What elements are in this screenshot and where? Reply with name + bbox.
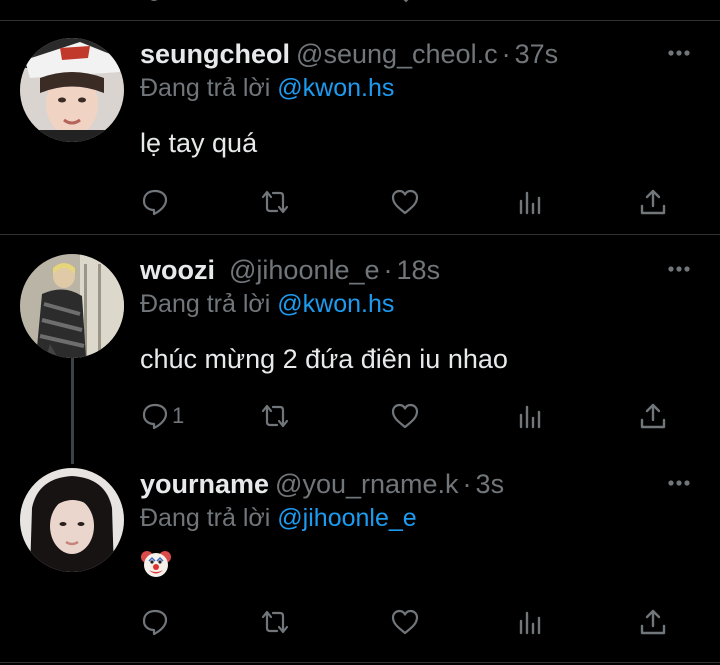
retweet-icon [261, 190, 289, 214]
retweet-icon [261, 404, 289, 428]
like-icon [391, 189, 419, 215]
retweet-button[interactable] [260, 605, 290, 639]
retweet-button[interactable] [260, 399, 290, 433]
more-icon[interactable] [666, 476, 692, 490]
share-icon [640, 189, 666, 215]
retweet-icon [261, 610, 289, 634]
views-icon [519, 405, 541, 429]
tweet-actions: 1 [140, 399, 680, 433]
like-icon[interactable] [395, 0, 417, 4]
display-name[interactable]: woozi [140, 255, 215, 285]
timestamp[interactable]: 37s [515, 39, 559, 69]
timestamp[interactable]: 3s [476, 469, 505, 499]
tweet-woozi[interactable]: woozi @jihoonle_e · 18s Đang trả lời @kwon.… [0, 254, 720, 454]
tweet-header: yourname @you_rname.k · 3s [140, 468, 504, 500]
like-icon [391, 403, 419, 429]
replying-to: Đang trả lời @kwon.hs [140, 289, 394, 319]
share-icon [640, 609, 666, 635]
like-button[interactable] [390, 399, 420, 433]
user-handle[interactable]: @you_rname.k [275, 469, 459, 499]
reply-icon[interactable] [143, 0, 165, 4]
reply-icon [142, 609, 168, 636]
display-name[interactable]: yourname [140, 469, 269, 499]
more-icon[interactable] [666, 46, 692, 60]
divider [0, 662, 720, 663]
tweet-text: chúc mừng 2 đứa điên iu nhao [140, 344, 508, 374]
views-button[interactable] [516, 605, 546, 639]
views-button[interactable] [516, 399, 546, 433]
like-button[interactable] [390, 185, 420, 219]
reply-button[interactable]: 1 [140, 399, 184, 433]
separator-dot: · [501, 39, 511, 69]
avatar[interactable] [20, 468, 124, 572]
tweet-text: lẹ tay quá [140, 128, 258, 158]
replying-to: Đang trả lời @kwon.hs [140, 73, 394, 103]
retweet-button[interactable] [260, 185, 290, 219]
replying-prefix: Đang trả lời [140, 290, 271, 318]
clown-face-emoji [141, 551, 171, 577]
more-icon[interactable] [666, 262, 692, 276]
reply-icon [142, 189, 168, 216]
avatar[interactable] [20, 254, 124, 358]
previous-tweet-actions [0, 0, 720, 20]
views-button[interactable] [516, 185, 546, 219]
avatar[interactable] [20, 38, 124, 142]
divider [0, 234, 720, 235]
reply-button[interactable] [140, 185, 170, 219]
views-icon [519, 611, 541, 635]
display-name[interactable]: seungcheol [140, 39, 290, 69]
reply-count: 1 [172, 403, 185, 428]
user-handle[interactable]: @jihoonle_e [229, 255, 380, 285]
tweet-actions [140, 185, 680, 219]
share-button[interactable] [638, 605, 668, 639]
mention-link[interactable]: @kwon.hs [277, 74, 394, 102]
separator-dot: · [462, 469, 472, 499]
share-button[interactable] [638, 399, 668, 433]
tweet-actions [140, 605, 680, 639]
like-button[interactable] [390, 605, 420, 639]
separator-dot: · [383, 255, 393, 285]
user-handle[interactable]: @seung_cheol.c [296, 39, 498, 69]
replying-prefix: Đang trả lời [140, 504, 271, 532]
tweet-seungcheol[interactable]: seungcheol @seung_cheol.c · 37s Đang trả lờ… [0, 38, 720, 234]
replying-prefix: Đang trả lời [140, 74, 271, 102]
mention-link[interactable]: @jihoonle_e [277, 504, 416, 532]
views-icon [519, 191, 541, 215]
tweet-header: woozi @jihoonle_e · 18s [140, 254, 440, 286]
like-icon [391, 609, 419, 635]
share-icon [640, 403, 666, 429]
replying-to: Đang trả lời @jihoonle_e [140, 503, 417, 533]
tweet-header: seungcheol @seung_cheol.c · 37s [140, 38, 558, 70]
reply-icon [142, 403, 168, 430]
share-button[interactable] [638, 185, 668, 219]
tweet-yourname[interactable]: yourname @you_rname.k · 3s Đang trả lời @ji… [0, 468, 720, 658]
mention-link[interactable]: @kwon.hs [277, 290, 394, 318]
divider [0, 20, 720, 21]
timestamp[interactable]: 18s [397, 255, 441, 285]
reply-button[interactable] [140, 605, 170, 639]
